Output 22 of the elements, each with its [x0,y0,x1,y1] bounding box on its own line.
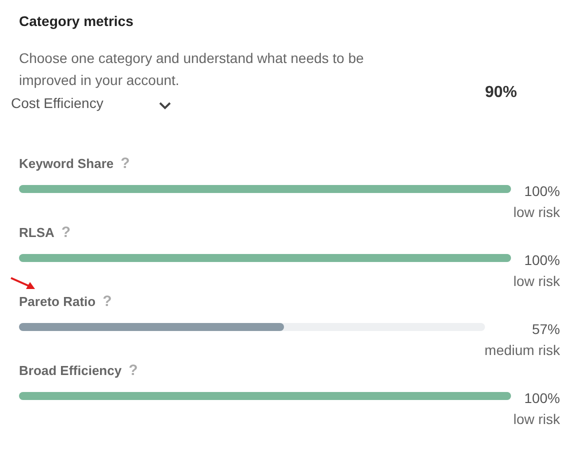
chevron-down-icon [159,102,171,110]
percent-reading: 100% [524,251,560,269]
category-dropdown[interactable]: Cost Efficiency [11,93,171,113]
metric-name: Broad Efficiency [19,362,122,380]
percent-reading: 57% [532,320,560,338]
annotation-arrow-icon [10,277,36,291]
help-icon[interactable]: ? [128,363,138,379]
help-icon[interactable]: ? [102,294,112,310]
metric-name: RLSA [19,224,54,242]
help-icon[interactable]: ? [61,225,71,241]
panel-title: Category metrics [19,12,134,30]
overall-score: 90% [485,83,518,103]
percent-reading: 100% [524,389,560,407]
help-icon[interactable]: ? [120,156,130,172]
description-text: Choose one category and understand what needs to be improved in your account. [19,49,365,90]
risk-label: low risk [513,410,560,428]
metric-name: Keyword Share [19,155,114,174]
risk-label: low risk [513,272,560,290]
percent-reading: 100% [524,182,560,200]
risk-label: medium risk [484,341,560,359]
metric-name: Pareto Ratio [19,293,96,312]
risk-label: low risk [513,203,560,221]
